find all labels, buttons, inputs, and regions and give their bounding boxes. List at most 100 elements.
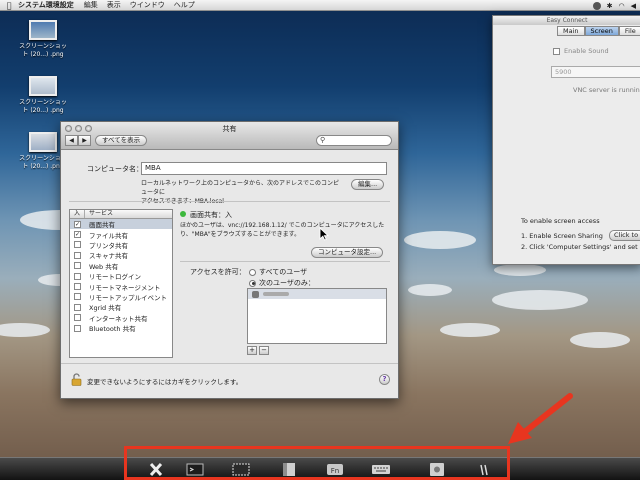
- screenshot-thumbnail: [29, 76, 57, 96]
- service-name: ファイル共有: [89, 231, 128, 240]
- service-name: Bluetooth 共有: [89, 325, 136, 334]
- enable-sound-checkbox[interactable]: Enable Sound: [553, 47, 609, 55]
- search-input[interactable]: ⚲: [316, 135, 392, 146]
- user-icon: [252, 290, 259, 298]
- service-row-xgrid-sharing[interactable]: Xgrid 共有: [70, 302, 172, 312]
- screenshot-thumbnail: [29, 132, 57, 152]
- sharing-body: コンピュータ名： MBA ローカルネットワーク上のコンピュータから、次のアドレス…: [61, 151, 398, 398]
- service-row-file-sharing[interactable]: ✓ ファイル共有: [70, 229, 172, 240]
- forward-arrow-icon: ▶: [82, 137, 87, 144]
- highlight-frame: [124, 446, 510, 480]
- service-name: プリンタ共有: [89, 241, 128, 250]
- sound-checkbox-box[interactable]: [553, 47, 560, 55]
- header-service[interactable]: サービス: [85, 210, 113, 218]
- tab-main[interactable]: Main: [557, 26, 585, 36]
- vnc-status-icon[interactable]: [592, 1, 601, 10]
- service-row-screen-sharing[interactable]: ✓ 画面共有: [70, 219, 172, 230]
- vnc-status-text: VNC server is runnin: [573, 86, 640, 94]
- enable-screen-access-heading: To enable screen access: [521, 217, 600, 225]
- service-row-remote-apple-events[interactable]: リモートアップルイベント: [70, 292, 172, 302]
- tab-screen[interactable]: Screen: [584, 26, 619, 36]
- radio-label: すべてのユーザ: [259, 268, 308, 276]
- window-titlebar: 共有 ◀ ▶ すべてを表示 ⚲: [61, 122, 398, 150]
- service-name: リモートマネージメント: [89, 283, 161, 292]
- service-checkbox[interactable]: ✓: [74, 220, 81, 228]
- radio-only-users[interactable]: 次のユーザのみ：: [249, 278, 315, 288]
- click-to-open-button[interactable]: Click to o: [609, 230, 640, 241]
- service-row-web-sharing[interactable]: Web 共有: [70, 261, 172, 271]
- desktop-file-1[interactable]: スクリーンショット (20...) .png: [16, 20, 70, 59]
- computer-name-field[interactable]: MBA: [141, 162, 387, 175]
- menu-help[interactable]: ヘルプ: [174, 0, 195, 10]
- service-checkbox[interactable]: [74, 241, 81, 249]
- menu-app-name[interactable]: システム環境設定: [18, 0, 74, 10]
- service-list-header: 入 サービス: [70, 210, 172, 219]
- bluetooth-icon[interactable]: ✱: [607, 2, 613, 10]
- easy-connect-window: Easy Connect Main Screen File Enable Sou…: [492, 15, 640, 265]
- user-row[interactable]: [248, 289, 386, 299]
- service-row-bluetooth-sharing[interactable]: Bluetooth 共有: [70, 323, 172, 333]
- user-name-redacted: [263, 292, 289, 296]
- back-arrow-icon: ◀: [69, 137, 74, 144]
- service-row-remote-login[interactable]: リモートログイン: [70, 271, 172, 281]
- service-checkbox[interactable]: [74, 303, 81, 311]
- radio-label: 次のユーザのみ：: [259, 279, 315, 287]
- screenshot-thumbnail: [29, 20, 57, 40]
- nav-buttons: ◀ ▶: [65, 135, 91, 146]
- service-checkbox[interactable]: [74, 262, 81, 270]
- service-checkbox[interactable]: [74, 314, 81, 322]
- lock-hint: 変更できないようにするにはカギをクリックします。: [87, 378, 243, 386]
- service-row-remote-management[interactable]: リモートマネージメント: [70, 281, 172, 292]
- wifi-icon[interactable]: ◠: [619, 2, 625, 10]
- service-row-printer-sharing[interactable]: プリンタ共有: [70, 240, 172, 250]
- service-name: リモートログイン: [89, 273, 141, 282]
- service-name: スキャナ共有: [89, 252, 128, 261]
- allowed-users-list[interactable]: [247, 288, 387, 344]
- service-name: リモートアップルイベント: [89, 293, 167, 302]
- access-label: アクセスを許可：: [190, 268, 246, 276]
- help-button[interactable]: ?: [379, 374, 390, 385]
- service-checkbox[interactable]: [74, 293, 81, 301]
- service-name: Xgrid 共有: [89, 304, 122, 313]
- radio-all-users[interactable]: すべてのユーザ: [249, 267, 307, 277]
- service-checkbox[interactable]: [74, 272, 81, 280]
- radio-button[interactable]: [249, 268, 256, 276]
- apple-menu-icon[interactable]: : [0, 1, 18, 10]
- tab-file[interactable]: File: [618, 26, 640, 36]
- edit-button[interactable]: 編集...: [351, 179, 385, 190]
- menu-extras: ✱ ◠ ◀: [592, 0, 636, 11]
- service-name: インターネット共有: [89, 314, 148, 323]
- header-on[interactable]: 入: [70, 210, 85, 218]
- computer-name-label: コンピュータ名：: [87, 165, 143, 173]
- add-user-button[interactable]: +: [247, 346, 257, 355]
- status-on-icon: [180, 211, 186, 217]
- easy-connect-title: Easy Connect: [493, 16, 640, 25]
- forward-button[interactable]: ▶: [78, 135, 91, 146]
- lock-icon[interactable]: [71, 373, 82, 386]
- service-checkbox[interactable]: [74, 251, 81, 259]
- service-checkbox[interactable]: ✓: [74, 231, 81, 239]
- port-field[interactable]: 5900: [551, 66, 640, 78]
- screen-sharing-description: ほかのユーザは、vnc://192.168.1.12/ でこのコンピュータにアク…: [180, 222, 385, 238]
- service-checkbox[interactable]: [74, 283, 81, 291]
- show-all-button[interactable]: すべてを表示: [95, 135, 148, 146]
- service-row-internet-sharing[interactable]: インターネット共有: [70, 313, 172, 323]
- divider: [69, 201, 390, 202]
- service-checkbox[interactable]: [74, 324, 81, 332]
- remove-user-button[interactable]: −: [259, 346, 269, 355]
- radio-button[interactable]: [249, 279, 256, 287]
- desktop-file-2[interactable]: スクリーンショット (20...) .png: [16, 76, 70, 115]
- menu-view[interactable]: 表示: [107, 0, 121, 10]
- step-1-text: 1. Enable Screen Sharing: [521, 232, 603, 240]
- red-arrow-icon: [508, 393, 573, 444]
- divider: [180, 261, 390, 262]
- easy-connect-tabs: Main Screen File: [557, 26, 640, 36]
- computer-settings-button[interactable]: コンピュータ設定...: [311, 247, 384, 258]
- service-row-scanner-sharing[interactable]: スキャナ共有: [70, 250, 172, 260]
- back-button[interactable]: ◀: [65, 135, 78, 146]
- menu-window[interactable]: ウインドウ: [130, 0, 165, 10]
- volume-icon[interactable]: ◀: [631, 2, 636, 10]
- menu-edit[interactable]: 編集: [84, 0, 98, 10]
- service-name: Web 共有: [89, 262, 119, 271]
- sharing-window: 共有 ◀ ▶ すべてを表示 ⚲ コンピュータ名： MBA ローカルネットワーク上…: [60, 121, 399, 399]
